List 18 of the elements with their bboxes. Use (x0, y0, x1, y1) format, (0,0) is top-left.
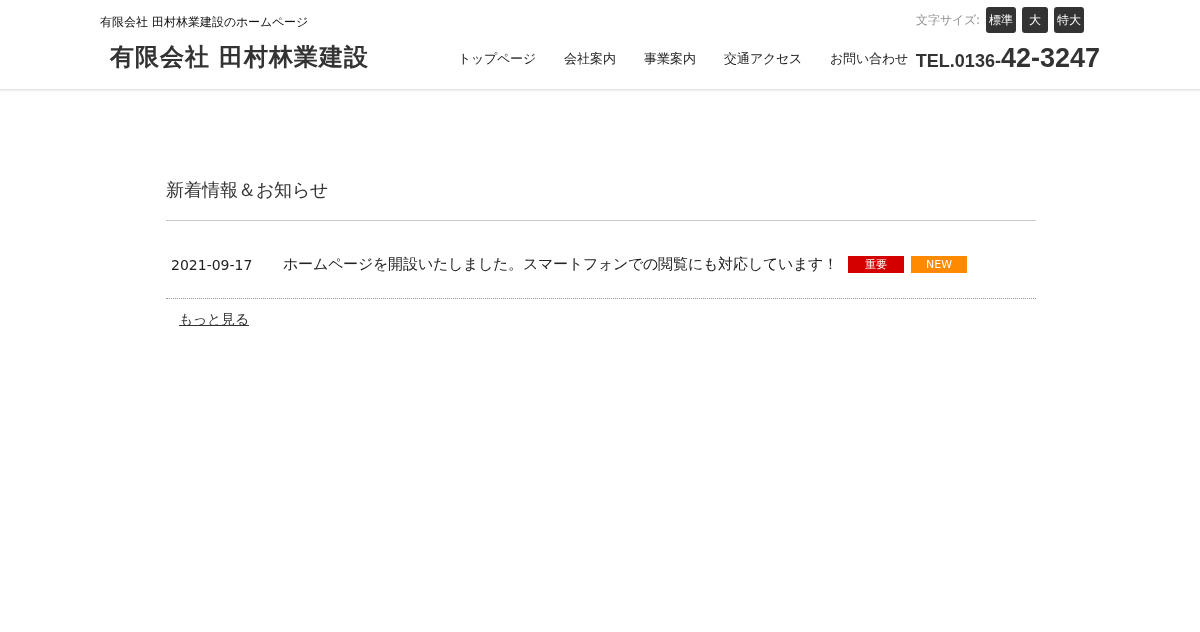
nav-link[interactable]: お問い合わせ (829, 49, 908, 68)
nav-link[interactable]: トップページ (457, 49, 536, 68)
nav-link[interactable]: 事業案内 (643, 49, 696, 68)
phone-number: TEL.0136-42-3247 (915, 43, 1100, 74)
font-size-label: 文字サイズ: (915, 11, 980, 29)
section-title: 新着情報＆お知らせ (166, 178, 1036, 221)
news-date: 2021-09-17 (171, 256, 254, 273)
font-size-button[interactable]: 特大 (1054, 7, 1084, 33)
more-link[interactable]: もっと見る (179, 311, 249, 329)
nav-link[interactable]: 交通アクセス (723, 49, 802, 68)
company-logo[interactable]: 有限会社 田村林業建設 (110, 41, 370, 73)
font-size-button[interactable]: 大 (1022, 7, 1048, 33)
site-tagline: 有限会社 田村林業建設のホームページ (100, 14, 309, 31)
nav-link[interactable]: 会社案内 (563, 49, 616, 68)
font-size-button[interactable]: 標準 (986, 7, 1016, 33)
news-text: ホームページを開設いたしました。スマートフォンでの閲覧にも対応しています！ (283, 255, 838, 274)
news-tag: 重要 (848, 256, 904, 273)
news-tag: NEW (911, 256, 967, 273)
